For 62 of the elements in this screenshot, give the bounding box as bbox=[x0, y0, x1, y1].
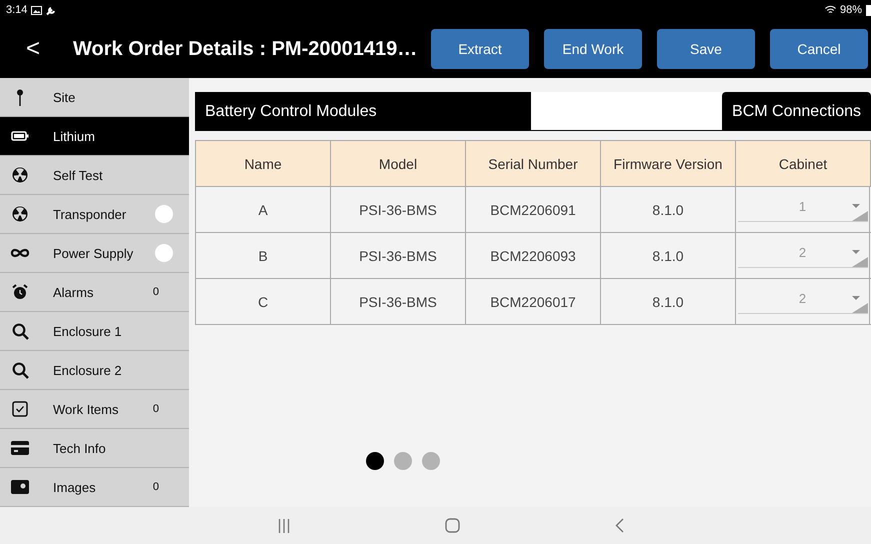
image-icon bbox=[11, 480, 29, 494]
column-header: Serial Number bbox=[466, 141, 601, 186]
home-icon[interactable] bbox=[444, 518, 460, 533]
header-button[interactable]: Save bbox=[657, 29, 755, 69]
column-header: Name bbox=[196, 141, 331, 186]
status-time: 3:14 bbox=[6, 4, 28, 16]
recent-apps-icon[interactable] bbox=[278, 518, 290, 532]
column-header: Firmware Version bbox=[601, 141, 736, 186]
sidebar-item[interactable]: Power Supply bbox=[0, 234, 189, 273]
sidebar-item[interactable]: Enclosure 1 bbox=[0, 312, 189, 351]
sidebar-item[interactable]: Transponder bbox=[0, 195, 189, 234]
header-button[interactable]: Cancel bbox=[770, 29, 868, 69]
status-dot bbox=[155, 244, 173, 262]
back-icon[interactable] bbox=[614, 518, 624, 533]
wrench-icon bbox=[46, 4, 58, 16]
alarm-clock-icon bbox=[12, 284, 28, 300]
table-cell: 8.1.0 bbox=[601, 279, 736, 324]
table-cell: PSI-36-BMS bbox=[331, 233, 466, 278]
table-cell: BCM2206017 bbox=[466, 279, 601, 324]
battery-percent: 98% bbox=[840, 4, 862, 16]
table-cell: BCM2206091 bbox=[466, 187, 601, 232]
page-dot[interactable] bbox=[394, 452, 412, 470]
table-cell: PSI-36-BMS bbox=[331, 187, 466, 232]
column-header: Cabinet bbox=[736, 141, 871, 186]
column-header: Model bbox=[331, 141, 466, 186]
radiation-icon bbox=[12, 167, 28, 183]
tab[interactable]: BCM Connections bbox=[722, 92, 871, 131]
item-count: 0 bbox=[152, 481, 159, 493]
table-cell: 8.1.0 bbox=[601, 187, 736, 232]
pin-icon bbox=[16, 88, 24, 106]
card-icon bbox=[11, 441, 29, 455]
table-cell: B bbox=[196, 233, 331, 278]
table-cell: PSI-36-BMS bbox=[331, 279, 466, 324]
page-title: Work Order Details : PM-20001419… bbox=[73, 38, 418, 60]
item-count: 0 bbox=[152, 403, 159, 415]
table-cell: A bbox=[196, 187, 331, 232]
header-button[interactable]: End Work bbox=[544, 29, 642, 69]
page-dot[interactable] bbox=[422, 452, 440, 470]
sidebar-item[interactable]: Self Test bbox=[0, 156, 189, 195]
table-cell: BCM2206093 bbox=[466, 233, 601, 278]
search-icon bbox=[12, 322, 28, 340]
status-dot bbox=[155, 205, 173, 223]
wifi-icon bbox=[824, 5, 836, 15]
checkbox-icon bbox=[12, 401, 28, 417]
sidebar-item[interactable]: Tech Info bbox=[0, 429, 189, 468]
search-icon bbox=[12, 362, 28, 378]
sidebar-item[interactable]: Enclosure 2 bbox=[0, 351, 189, 390]
table-cell: 8.1.0 bbox=[601, 233, 736, 278]
radiation-icon bbox=[12, 206, 28, 222]
table-cell: C bbox=[196, 279, 331, 324]
tab[interactable]: Battery Control Modules bbox=[195, 92, 531, 131]
infinity-icon bbox=[10, 248, 30, 258]
sidebar-item[interactable]: Lithium bbox=[0, 117, 189, 156]
back-button[interactable]: < bbox=[0, 35, 56, 63]
header-button[interactable]: Extract bbox=[431, 29, 529, 69]
battery-icon bbox=[11, 131, 29, 141]
sidebar-item[interactable]: Work Items 0 bbox=[0, 390, 189, 429]
item-count: 0 bbox=[152, 286, 159, 298]
battery-icon bbox=[866, 4, 871, 16]
page-dot[interactable] bbox=[366, 452, 384, 470]
image-icon bbox=[31, 6, 42, 14]
sidebar-item[interactable]: Alarms 0 bbox=[0, 273, 189, 312]
